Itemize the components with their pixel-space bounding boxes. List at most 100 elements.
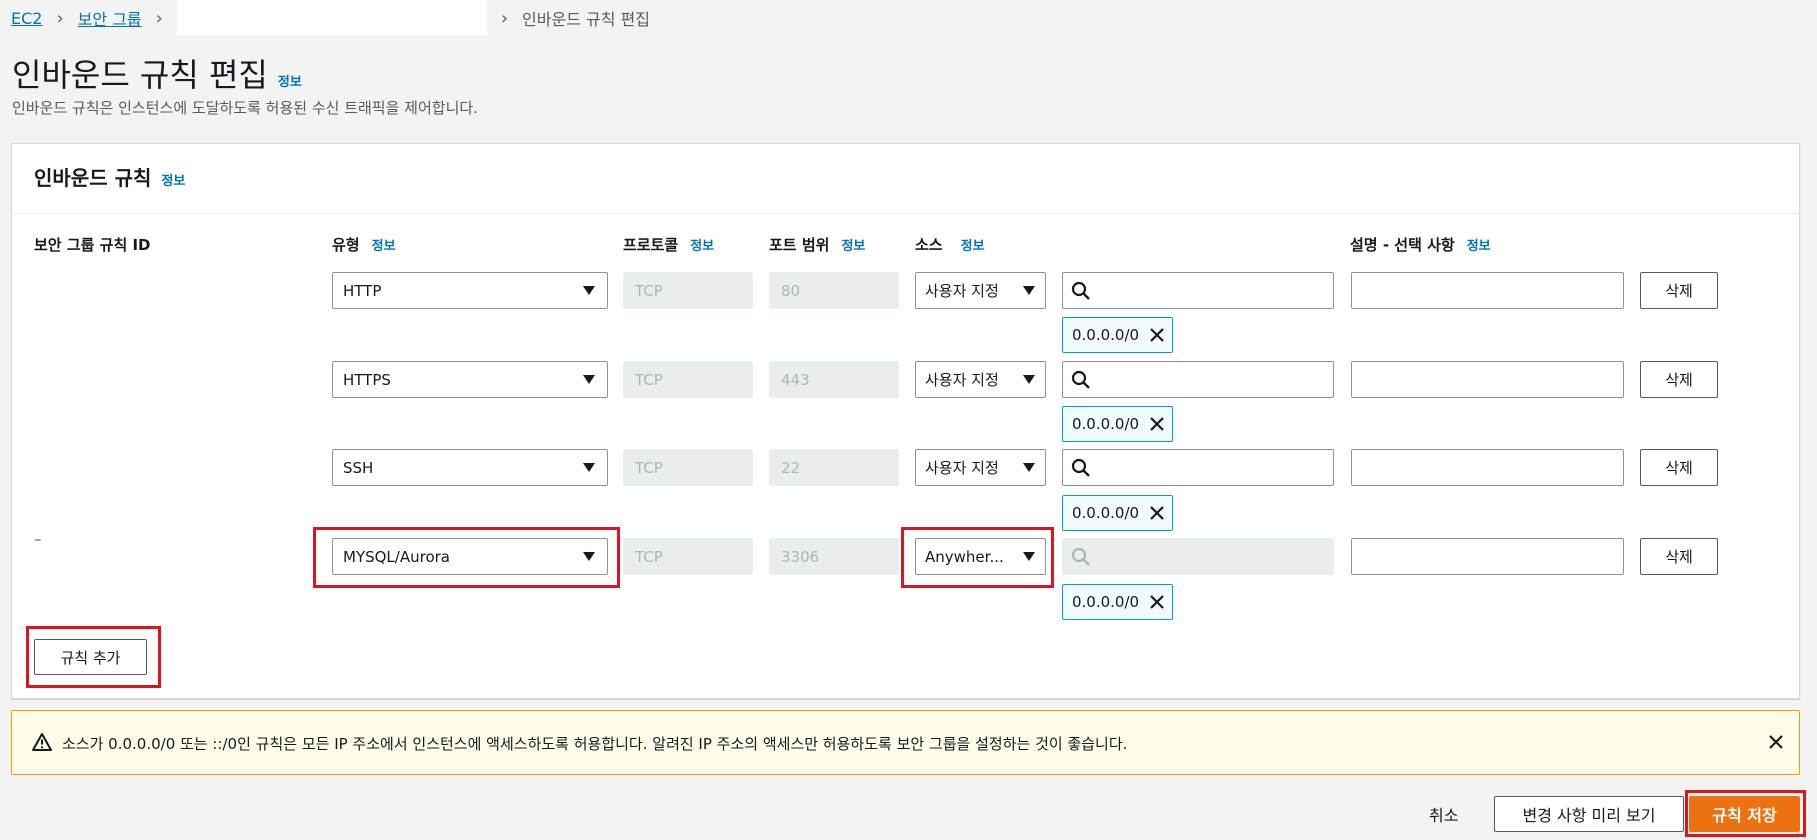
rule-port-field: 22 xyxy=(769,449,899,486)
breadcrumb-security-groups-link[interactable]: 보안 그룹 xyxy=(78,6,142,30)
cancel-button[interactable]: 취소 xyxy=(1429,802,1458,826)
warning-alert: 소스가 0.0.0.0/0 또는 ::/0인 규칙은 모든 IP 주소에서 인스… xyxy=(11,710,1800,775)
delete-rule-button[interactable]: 삭제 xyxy=(1640,272,1718,309)
caret-down-icon xyxy=(583,375,595,384)
breadcrumb-current: 인바운드 규칙 편집 xyxy=(522,10,650,29)
cidr-token: 0.0.0.0/0 xyxy=(1062,317,1173,353)
rule-source-value: 사용자 지정 xyxy=(925,459,999,477)
inbound-rules-panel: 인바운드 규칙 정보 보안 그룹 규칙 ID 유형 정보 프로토콜 정보 포트 … xyxy=(11,143,1800,699)
rule-type-value: SSH xyxy=(343,458,374,477)
col-rule-id-label: 보안 그룹 규칙 ID xyxy=(34,236,151,254)
caret-down-icon xyxy=(583,463,595,472)
col-type-info-link[interactable]: 정보 xyxy=(372,235,396,254)
add-rule-button[interactable]: 규칙 추가 xyxy=(34,639,147,675)
rule-type-select[interactable]: SSH xyxy=(332,449,608,486)
delete-rule-button[interactable]: 삭제 xyxy=(1640,361,1718,398)
rule-type-select[interactable]: HTTP xyxy=(332,272,608,309)
rule-cidr-search-input[interactable] xyxy=(1062,272,1334,309)
cidr-token: 0.0.0.0/0 xyxy=(1062,406,1173,442)
search-icon xyxy=(1071,370,1090,389)
col-port-info-link[interactable]: 정보 xyxy=(841,235,865,254)
warning-icon xyxy=(32,733,52,751)
cidr-token-label: 0.0.0.0/0 xyxy=(1072,326,1140,344)
rule-source-value: 사용자 지정 xyxy=(925,282,999,300)
close-icon[interactable] xyxy=(1149,594,1165,610)
col-protocol: 프로토콜 정보 xyxy=(623,234,714,255)
caret-down-icon xyxy=(1023,463,1035,472)
page-info-link[interactable]: 정보 xyxy=(278,71,302,90)
rule-source-select[interactable]: Anywher... xyxy=(915,538,1046,575)
chevron-right-icon: › xyxy=(155,7,163,29)
rule-description-input[interactable] xyxy=(1351,361,1624,398)
rule-source-select[interactable]: 사용자 지정 xyxy=(915,449,1046,486)
redacted-group-id xyxy=(176,0,487,35)
caret-down-icon xyxy=(1023,375,1035,384)
rule-type-value: HTTPS xyxy=(343,370,391,389)
page-title-row: 인바운드 규칙 편집 정보 xyxy=(12,50,302,96)
close-icon[interactable] xyxy=(1149,416,1165,432)
cidr-token-label: 0.0.0.0/0 xyxy=(1072,593,1140,611)
rule-port-field: 80 xyxy=(769,272,899,309)
search-icon xyxy=(1071,281,1090,300)
col-description-info-link[interactable]: 정보 xyxy=(1467,235,1491,254)
rule-source-select[interactable]: 사용자 지정 xyxy=(915,361,1046,398)
close-icon[interactable] xyxy=(1768,734,1784,750)
rule-description-input[interactable] xyxy=(1351,449,1624,486)
rule-cidr-search-input[interactable] xyxy=(1062,449,1334,486)
col-description: 설명 - 선택 사항 정보 xyxy=(1350,234,1491,255)
close-icon[interactable] xyxy=(1149,505,1165,521)
rule-description-input[interactable] xyxy=(1351,538,1624,575)
col-type: 유형 정보 xyxy=(332,234,396,255)
rule-cidr-search-input[interactable] xyxy=(1062,361,1334,398)
caret-down-icon xyxy=(583,286,595,295)
col-description-label: 설명 - 선택 사항 xyxy=(1350,236,1455,254)
rule-type-select[interactable]: HTTPS xyxy=(332,361,608,398)
breadcrumb-ec2-link[interactable]: EC2 xyxy=(11,9,42,28)
cidr-token-label: 0.0.0.0/0 xyxy=(1072,415,1140,433)
col-port-label: 포트 범위 xyxy=(769,236,830,254)
rule-protocol-field: TCP xyxy=(623,538,753,575)
rule-cidr-search-input xyxy=(1062,538,1334,575)
chevron-right-icon: › xyxy=(500,7,509,29)
rule-protocol-field: TCP xyxy=(623,272,753,309)
page-description: 인바운드 규칙은 인스턴스에 도달하도록 허용된 수신 트래픽을 제어합니다. xyxy=(12,99,478,117)
warning-text: 소스가 0.0.0.0/0 또는 ::/0인 규칙은 모든 IP 주소에서 인스… xyxy=(62,735,1128,753)
chevron-right-icon: › xyxy=(56,7,64,29)
caret-down-icon xyxy=(1023,552,1035,561)
caret-down-icon xyxy=(1023,286,1035,295)
col-protocol-info-link[interactable]: 정보 xyxy=(690,235,714,254)
col-port: 포트 범위 정보 xyxy=(769,234,865,255)
rule-id-placeholder: – xyxy=(34,530,42,548)
cidr-token: 0.0.0.0/0 xyxy=(1062,584,1173,620)
rule-port-field: 443 xyxy=(769,361,899,398)
rule-type-value: MYSQL/Aurora xyxy=(343,547,450,566)
delete-rule-button[interactable]: 삭제 xyxy=(1640,538,1718,575)
rule-type-value: HTTP xyxy=(343,281,382,300)
rule-source-select[interactable]: 사용자 지정 xyxy=(915,272,1046,309)
close-icon[interactable] xyxy=(1149,327,1165,343)
rule-protocol-field: TCP xyxy=(623,449,753,486)
caret-down-icon xyxy=(583,552,595,561)
search-icon xyxy=(1071,547,1090,566)
delete-rule-button[interactable]: 삭제 xyxy=(1640,449,1718,486)
col-protocol-label: 프로토콜 xyxy=(623,236,679,254)
panel-title-row: 인바운드 규칙 정보 xyxy=(34,162,185,191)
page-title: 인바운드 규칙 편집 xyxy=(12,56,268,94)
rule-port-field: 3306 xyxy=(769,538,899,575)
cidr-token: 0.0.0.0/0 xyxy=(1062,495,1173,531)
col-source: 소스 정보 xyxy=(915,234,985,255)
breadcrumb: EC2 › 보안 그룹 › › 인바운드 규칙 편집 xyxy=(11,0,650,35)
panel-header: 인바운드 규칙 정보 xyxy=(12,144,1799,214)
col-source-info-link[interactable]: 정보 xyxy=(961,235,985,254)
search-icon xyxy=(1071,458,1090,477)
rule-source-value: 사용자 지정 xyxy=(925,371,999,389)
panel-info-link[interactable]: 정보 xyxy=(161,170,185,189)
rule-description-input[interactable] xyxy=(1351,272,1624,309)
preview-changes-button[interactable]: 변경 사항 미리 보기 xyxy=(1494,796,1684,832)
col-type-label: 유형 xyxy=(332,236,360,254)
col-rule-id: 보안 그룹 규칙 ID xyxy=(34,234,151,255)
panel-title: 인바운드 규칙 xyxy=(34,166,152,190)
save-rules-button[interactable]: 규칙 저장 xyxy=(1689,796,1800,832)
rule-source-value: Anywher... xyxy=(925,547,1004,566)
rule-type-select[interactable]: MYSQL/Aurora xyxy=(332,538,608,575)
